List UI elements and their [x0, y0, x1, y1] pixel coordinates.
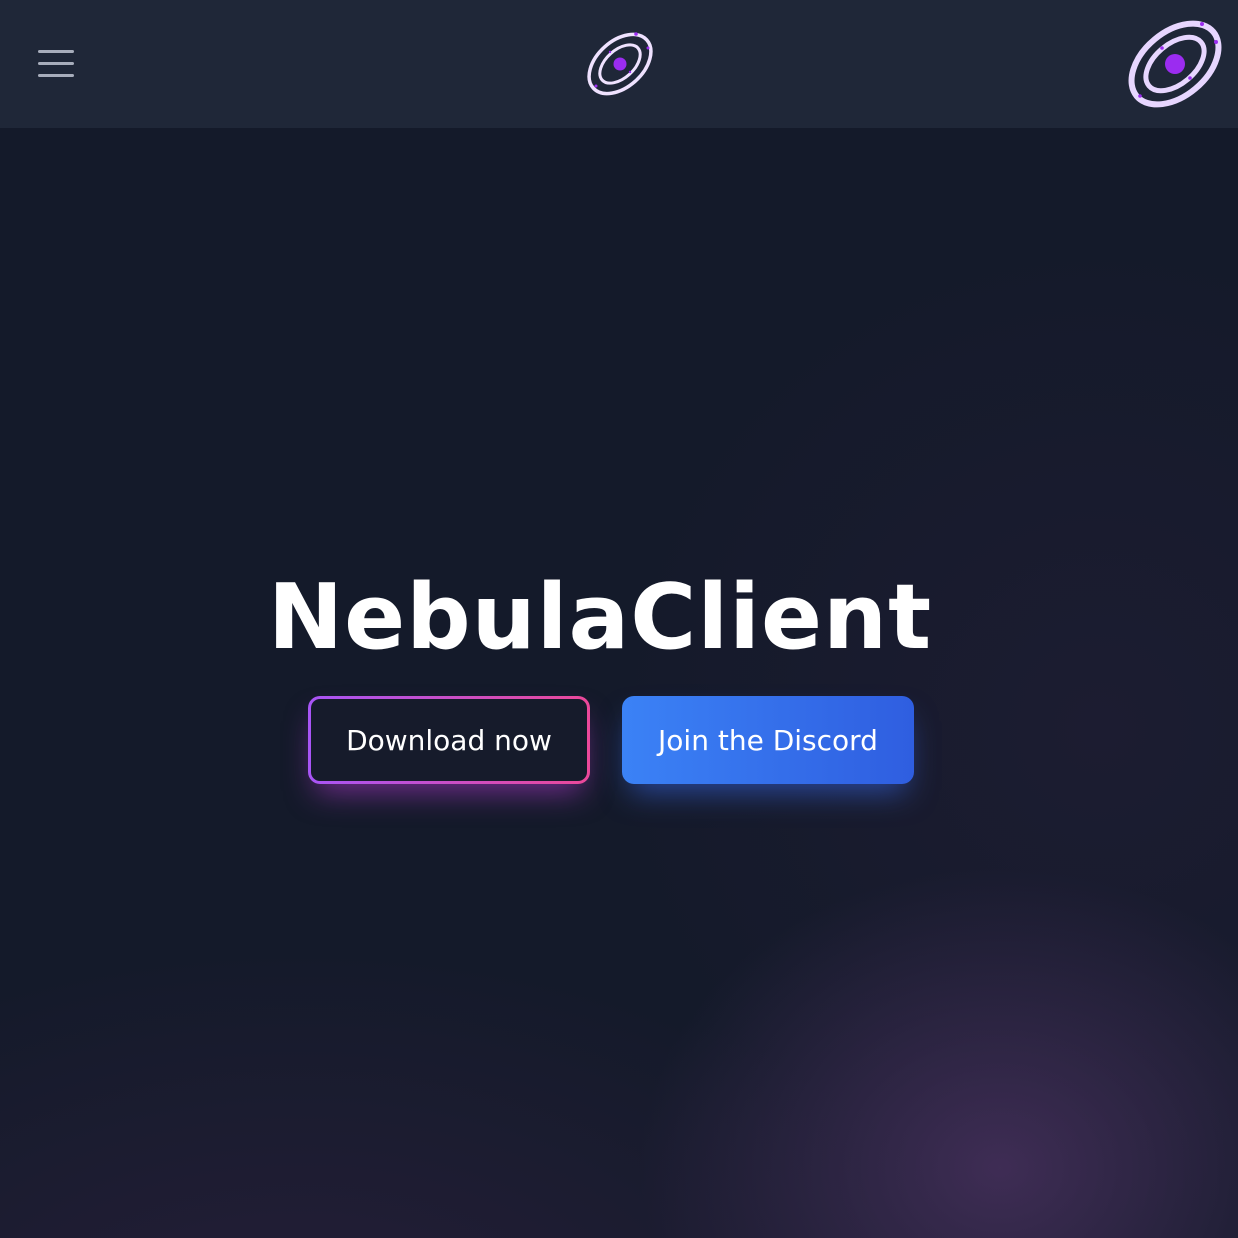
menu-bar-line: [38, 74, 74, 77]
menu-bar-line: [38, 50, 74, 53]
menu-bar-line: [38, 62, 74, 65]
join-discord-button-label: Join the Discord: [658, 723, 878, 757]
download-button[interactable]: Download now: [308, 696, 590, 784]
background-glow: [0, 128, 1238, 1238]
nebula-orbit-logo-icon[interactable]: [582, 28, 658, 100]
top-navbar: [0, 0, 1238, 128]
download-button-label: Download now: [346, 723, 552, 757]
hamburger-menu-icon[interactable]: [38, 50, 74, 78]
join-discord-button[interactable]: Join the Discord: [622, 696, 914, 784]
page-title: NebulaClient: [267, 565, 933, 670]
nebula-orbit-logo-icon[interactable]: [1120, 12, 1230, 116]
